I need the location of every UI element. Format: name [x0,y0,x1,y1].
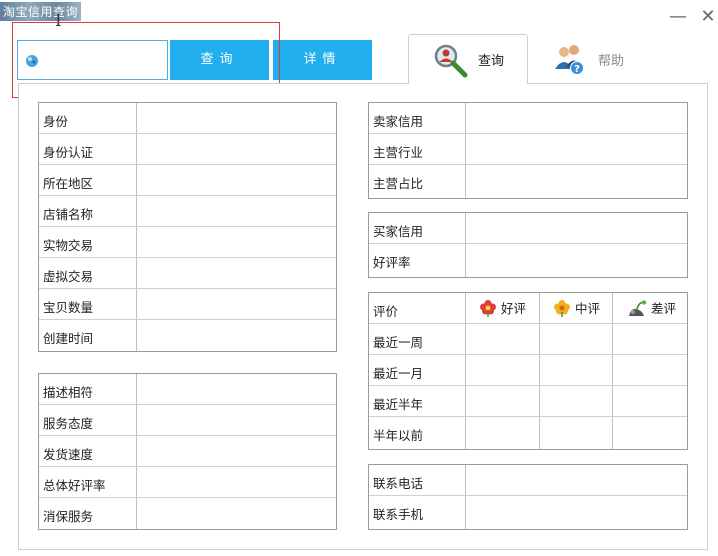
table-row: 发货速度 [39,436,336,467]
table-row: 创建时间 [39,320,336,351]
yellow-flower-icon [554,299,570,317]
field-label: 买家信用 [373,224,424,239]
red-flower-icon [480,299,496,317]
good-rating-header: 好评 [479,298,526,317]
water-drop-icon [26,55,38,67]
tab-query[interactable]: 查询 [408,34,528,84]
neutral-rating-header: 中评 [553,298,600,317]
title-bar: 淘宝信用查询 — ✕ [0,0,718,34]
field-label: 消保服务 [43,509,94,524]
bad-rating-header: 差评 [627,298,676,317]
table-row: 买家信用 [369,213,687,244]
table-row: 好评率 [369,244,687,275]
field-label: 描述相符 [43,385,94,400]
field-label: 身份 [43,114,69,129]
table-row: 主营行业 [369,134,687,165]
field-label: 总体好评率 [43,478,106,493]
search-input[interactable] [44,45,162,75]
withered-flower-icon [629,299,647,316]
svg-text:?: ? [574,64,580,75]
table-header-row: 评价 好评 中评 差评 [369,293,687,324]
field-label: 联系手机 [373,507,424,522]
table-row: 卖家信用 [369,103,687,134]
rating-table-group: 评价 好评 中评 差评 最近一周 最近一月 最近半年 半年以前 [368,292,688,450]
field-label: 创建时间 [43,331,94,346]
seller-info-group: 卖家信用 主营行业 主营占比 [368,102,688,199]
contact-info-group: 联系电话 联系手机 [368,464,688,530]
rating-header-label: 评价 [373,304,399,319]
table-row: 服务态度 [39,405,336,436]
field-label: 好评率 [373,255,411,270]
minimize-button[interactable]: — [668,8,688,28]
table-row: 虚拟交易 [39,258,336,289]
service-rating-group: 描述相符 服务态度 发货速度 总体好评率 消保服务 [38,373,337,530]
field-label: 身份认证 [43,145,94,160]
magnifier-person-icon [434,44,468,77]
field-label: 宝贝数量 [43,300,94,315]
table-row: 实物交易 [39,227,336,258]
table-row: 宝贝数量 [39,289,336,320]
neutral-rating-label: 中评 [575,301,601,316]
field-label: 最近半年 [373,397,424,412]
users-help-icon: ? [555,45,584,75]
table-row: 最近半年 [369,386,687,417]
table-row: 店铺名称 [39,196,336,227]
field-label: 半年以前 [373,428,424,443]
table-row: 总体好评率 [39,467,336,498]
table-row: 半年以前 [369,417,687,448]
text-cursor-icon: I [55,11,62,31]
table-row: 最近一周 [369,324,687,355]
window-title: 淘宝信用查询 [0,2,82,21]
field-label: 店铺名称 [43,207,94,222]
field-label: 联系电话 [373,476,424,491]
field-label: 服务态度 [43,416,94,431]
field-label: 虚拟交易 [43,269,94,284]
close-button[interactable]: ✕ [698,8,718,28]
table-row: 联系手机 [369,496,687,527]
table-row: 身份认证 [39,134,336,165]
field-label: 所在地区 [43,176,94,191]
field-label: 卖家信用 [373,114,424,129]
field-label: 主营行业 [373,145,424,160]
tab-help[interactable]: ? 帮助 [552,34,652,84]
table-row: 所在地区 [39,165,336,196]
table-row: 最近一月 [369,355,687,386]
field-label: 主营占比 [373,176,424,191]
table-row: 身份 [39,103,336,134]
field-label: 发货速度 [43,447,94,462]
field-label: 最近一月 [373,366,424,381]
table-row: 消保服务 [39,498,336,529]
field-label: 最近一周 [373,335,424,350]
table-row: 联系电话 [369,465,687,496]
detail-button[interactable]: 详情 [273,40,372,80]
field-label: 实物交易 [43,238,94,253]
search-field[interactable] [17,40,168,80]
buyer-info-group: 买家信用 好评率 [368,212,688,278]
good-rating-label: 好评 [501,301,527,316]
tab-query-label: 查询 [477,54,504,69]
bad-rating-label: 差评 [651,301,677,316]
tab-help-label: 帮助 [598,53,625,69]
query-button[interactable]: 查询 [170,40,269,80]
table-row: 描述相符 [39,374,336,405]
shop-info-group: 身份 身份认证 所在地区 店铺名称 实物交易 虚拟交易 宝贝数量 创建时间 [38,102,337,352]
table-row: 主营占比 [369,165,687,196]
